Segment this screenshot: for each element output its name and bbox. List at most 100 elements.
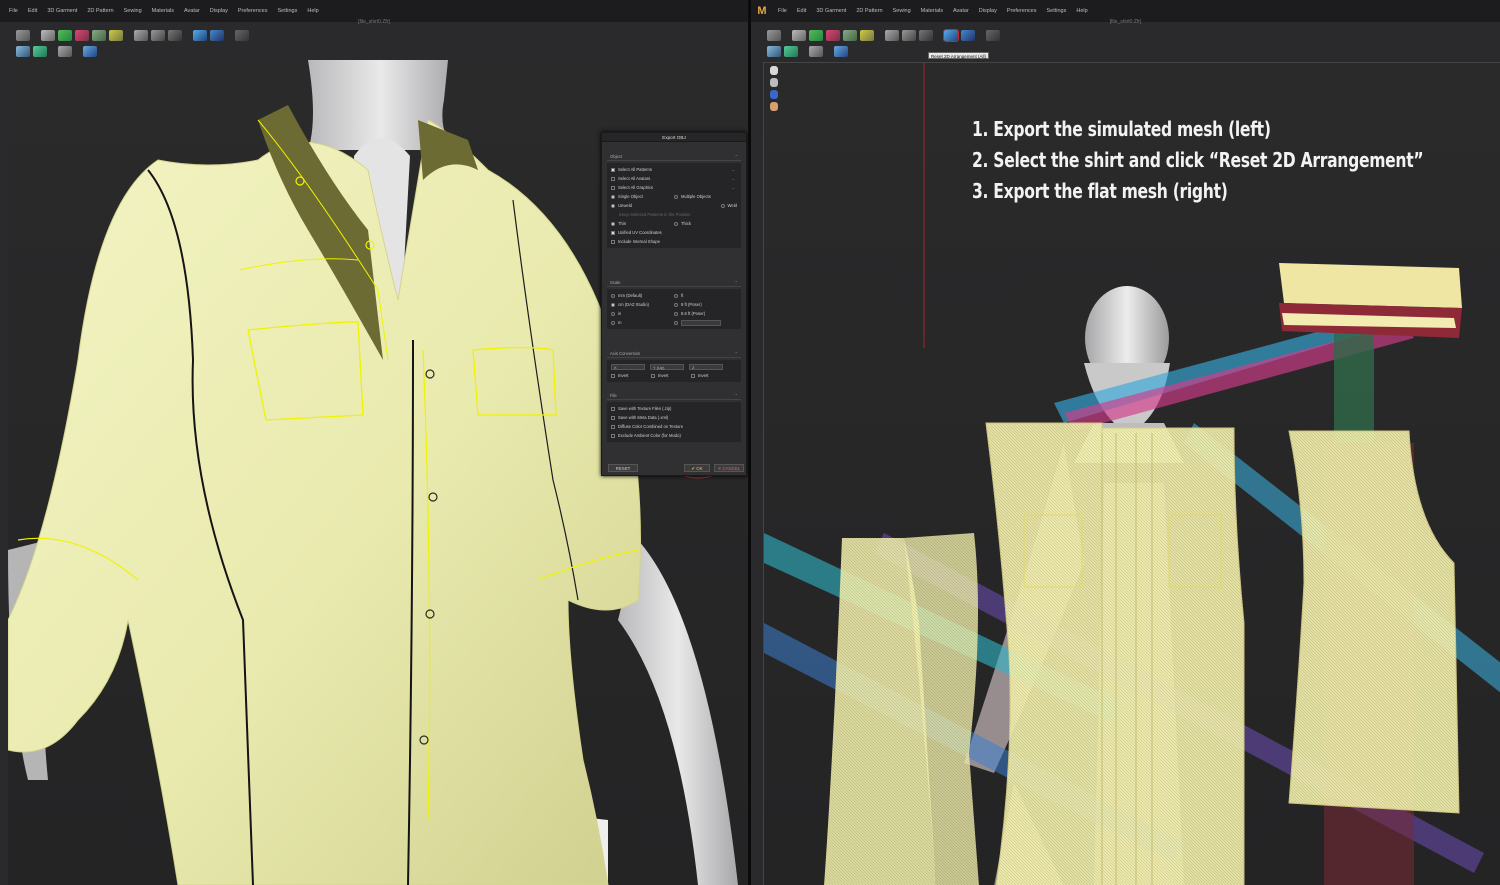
menu-file[interactable]: File: [9, 8, 18, 14]
custom-scale-radio[interactable]: [674, 320, 678, 325]
menu-avatar[interactable]: Avatar: [184, 8, 200, 14]
save-meta-row[interactable]: Save with Meta Data (.xml): [611, 413, 737, 422]
menu-settings[interactable]: Settings: [277, 8, 297, 14]
avatar-blue-icon[interactable]: [770, 90, 778, 99]
avatar-color-icon[interactable]: [826, 29, 840, 41]
save-meta-checkbox[interactable]: [611, 415, 615, 420]
multiple-objects-radio[interactable]: [674, 194, 678, 199]
size-icon[interactable]: [809, 45, 823, 57]
colorway-icon[interactable]: [809, 29, 823, 41]
ok-button[interactable]: ✔ OK: [684, 464, 710, 472]
fold-icon[interactable]: [860, 29, 874, 41]
menu-preferences[interactable]: Preferences: [238, 8, 268, 14]
custom-scale-input[interactable]: [681, 319, 721, 326]
object-section-header[interactable]: Object ⌃: [607, 153, 741, 161]
menu-edit[interactable]: Edit: [28, 8, 37, 14]
save-texture-checkbox[interactable]: [611, 406, 615, 411]
material-icon[interactable]: [92, 29, 106, 41]
thick-radio[interactable]: [674, 221, 678, 226]
diffuse-combined-checkbox[interactable]: [611, 424, 615, 429]
unweld-radio[interactable]: [611, 203, 615, 208]
m-radio[interactable]: [611, 320, 615, 325]
menu-sewing[interactable]: Sewing: [893, 8, 911, 14]
menu-avatar[interactable]: Avatar: [953, 8, 969, 14]
menu-3d-garment[interactable]: 3D Garment: [816, 8, 846, 14]
transform-icon[interactable]: [16, 29, 30, 41]
eight-ft-radio[interactable]: [674, 302, 678, 307]
grading-icon[interactable]: [834, 45, 848, 57]
weld-radio[interactable]: [720, 203, 725, 208]
ft-radio[interactable]: [674, 293, 678, 298]
x-axis-select[interactable]: X: [611, 363, 645, 370]
menu-materials[interactable]: Materials: [152, 8, 174, 14]
hanger-icon[interactable]: [961, 29, 975, 41]
snapshot-icon[interactable]: [33, 45, 47, 57]
select-all-avatars-row[interactable]: Select All Avatars ⌄: [611, 174, 737, 183]
avatar-bust-icon[interactable]: [770, 78, 778, 87]
select-all-graphics-row[interactable]: Select All Graphics ⌄: [611, 183, 737, 192]
material-icon[interactable]: [843, 29, 857, 41]
reset-button[interactable]: RESET: [608, 464, 638, 472]
menu-edit[interactable]: Edit: [797, 8, 806, 14]
eight-six-ft-radio[interactable]: [674, 311, 678, 316]
unified-uv-checkbox[interactable]: [611, 230, 615, 235]
unified-uv-row[interactable]: Unified UV Coordinates: [611, 228, 737, 237]
save-texture-row[interactable]: Save with Texture Files (.zip): [611, 404, 737, 413]
grading-icon[interactable]: [83, 45, 97, 57]
thin-radio[interactable]: [611, 221, 615, 226]
snapshot-icon[interactable]: [784, 45, 798, 57]
mm-radio[interactable]: [611, 293, 615, 298]
select-all-graphics-checkbox[interactable]: [611, 185, 615, 190]
axis-section-header[interactable]: Axis Conversion ⌃: [607, 350, 741, 358]
menu-sewing[interactable]: Sewing: [124, 8, 142, 14]
z-invert-checkbox[interactable]: [691, 373, 695, 378]
in-radio[interactable]: [611, 311, 615, 316]
pin-icon[interactable]: [134, 29, 148, 41]
screenshot-icon[interactable]: [986, 29, 1000, 41]
menu-help[interactable]: Help: [1076, 8, 1087, 14]
screenshot-icon[interactable]: [235, 29, 249, 41]
x-invert-checkbox[interactable]: [611, 373, 615, 378]
transform-icon[interactable]: [767, 29, 781, 41]
select-mesh-icon[interactable]: [41, 29, 55, 41]
menu-materials[interactable]: Materials: [921, 8, 943, 14]
cancel-button[interactable]: ✕ CANCEL: [714, 464, 744, 472]
fold-icon[interactable]: [109, 29, 123, 41]
colorway-icon[interactable]: [58, 29, 72, 41]
scale-section-header[interactable]: Scale ⌃: [607, 279, 741, 287]
menu-display[interactable]: Display: [210, 8, 228, 14]
cm-radio[interactable]: [611, 302, 615, 307]
menu-3d-garment[interactable]: 3D Garment: [47, 8, 77, 14]
layer-icon[interactable]: [767, 45, 781, 57]
y-axis-select[interactable]: Y (Up): [650, 363, 684, 370]
arrangement-icon[interactable]: [193, 29, 207, 41]
fold-arrange-icon[interactable]: [919, 29, 933, 41]
avatar-skin-icon[interactable]: [770, 102, 778, 111]
menu-display[interactable]: Display: [979, 8, 997, 14]
size-icon[interactable]: [58, 45, 72, 57]
select-all-avatars-checkbox[interactable]: [611, 176, 615, 181]
reset-2d-arrangement-icon[interactable]: [943, 28, 959, 42]
measure-icon[interactable]: [902, 29, 916, 41]
select-mesh-icon[interactable]: [792, 29, 806, 41]
include-internal-checkbox[interactable]: [611, 239, 615, 244]
hanger-icon[interactable]: [210, 29, 224, 41]
layer-icon[interactable]: [16, 45, 30, 57]
menu-2d-pattern[interactable]: 2D Pattern: [87, 8, 113, 14]
measure-icon[interactable]: [151, 29, 165, 41]
pin-icon[interactable]: [885, 29, 899, 41]
select-all-patterns-row[interactable]: Select All Patterns ⌄: [611, 165, 737, 174]
exclude-ambient-row[interactable]: Exclude Ambient Color (for Modo): [611, 431, 737, 440]
menu-file[interactable]: File: [778, 8, 787, 14]
exclude-ambient-checkbox[interactable]: [611, 433, 615, 438]
fold-arrange-icon[interactable]: [168, 29, 182, 41]
z-axis-select[interactable]: Z: [689, 363, 723, 370]
menu-2d-pattern[interactable]: 2D Pattern: [856, 8, 882, 14]
diffuse-combined-row[interactable]: Diffuse Color Combined on Texture: [611, 422, 737, 431]
include-internal-row[interactable]: Include Internal Shape: [611, 237, 737, 246]
menu-preferences[interactable]: Preferences: [1007, 8, 1037, 14]
menu-help[interactable]: Help: [307, 8, 318, 14]
avatar-color-icon[interactable]: [75, 29, 89, 41]
single-object-radio[interactable]: [611, 194, 615, 199]
y-invert-checkbox[interactable]: [651, 373, 655, 378]
